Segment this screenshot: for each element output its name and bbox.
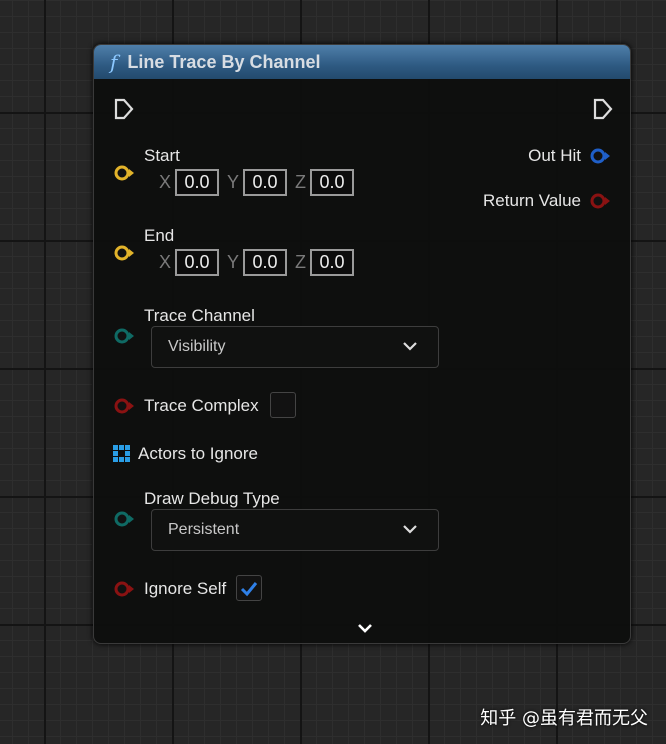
start-x-field[interactable]: 0.0 <box>175 169 220 196</box>
y-axis-label: Y <box>227 172 240 192</box>
out-hit-pin-icon[interactable] <box>589 147 613 165</box>
end-label: End <box>144 226 175 245</box>
exec-in-pin-icon[interactable] <box>114 98 134 120</box>
return-value-label: Return Value <box>483 191 581 210</box>
ignore-self-checkbox[interactable] <box>236 575 262 601</box>
trace-complex-pin-icon[interactable] <box>113 397 137 415</box>
line-trace-node[interactable]: f Line Trace By Channel Start X 0.0 Y 0.0 … <box>93 44 631 644</box>
array-pin-icon[interactable] <box>113 445 131 463</box>
ignore-self-label: Ignore Self <box>144 579 227 598</box>
trace-channel-pin-icon[interactable] <box>113 327 137 345</box>
trace-channel-dropdown[interactable]: Visibility <box>151 326 439 368</box>
x-axis-label: X <box>159 252 172 272</box>
function-icon: f <box>110 50 118 74</box>
return-value-pin-icon[interactable] <box>589 192 613 210</box>
end-vector-input: X 0.0 Y 0.0 Z 0.0 <box>155 249 355 276</box>
start-y-field[interactable]: 0.0 <box>243 169 288 196</box>
watermark: 知乎 @虽有君而无父 <box>480 708 648 729</box>
trace-channel-value: Visibility <box>168 338 226 355</box>
end-pin-icon[interactable] <box>113 244 137 262</box>
node-header[interactable]: f Line Trace By Channel <box>94 45 630 79</box>
expand-chevron-icon[interactable] <box>356 622 374 636</box>
actors-to-ignore-label: Actors to Ignore <box>138 444 259 463</box>
z-axis-label: Z <box>295 252 307 272</box>
exec-out-pin-icon[interactable] <box>593 98 613 120</box>
ignore-self-pin-icon[interactable] <box>113 580 137 598</box>
draw-debug-type-dropdown[interactable]: Persistent <box>151 509 439 551</box>
start-z-field[interactable]: 0.0 <box>310 169 355 196</box>
trace-channel-label: Trace Channel <box>144 306 255 325</box>
chevron-down-icon <box>403 525 417 534</box>
trace-complex-checkbox[interactable] <box>270 392 296 418</box>
draw-debug-type-value: Persistent <box>168 521 240 538</box>
x-axis-label: X <box>159 172 172 192</box>
start-vector-input: X 0.0 Y 0.0 Z 0.0 <box>155 169 355 196</box>
trace-complex-label: Trace Complex <box>144 396 259 415</box>
end-x-field[interactable]: 0.0 <box>175 249 220 276</box>
end-y-field[interactable]: 0.0 <box>243 249 288 276</box>
end-z-field[interactable]: 0.0 <box>310 249 355 276</box>
z-axis-label: Z <box>295 172 307 192</box>
start-label: Start <box>144 146 180 165</box>
draw-debug-type-label: Draw Debug Type <box>144 489 280 508</box>
checkmark-icon <box>240 582 258 597</box>
start-pin-icon[interactable] <box>113 164 137 182</box>
out-hit-label: Out Hit <box>528 146 581 165</box>
node-title: Line Trace By Channel <box>127 51 321 72</box>
chevron-down-icon <box>403 342 417 351</box>
y-axis-label: Y <box>227 252 240 272</box>
draw-debug-type-pin-icon[interactable] <box>113 510 137 528</box>
